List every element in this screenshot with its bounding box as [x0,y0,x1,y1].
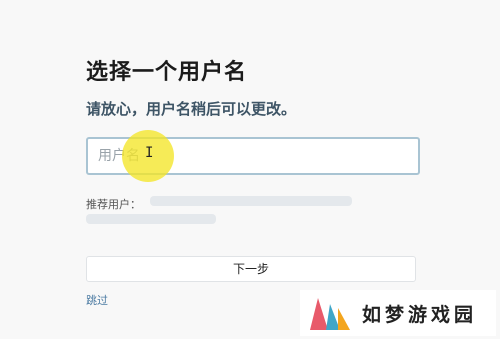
watermark-logo-icon [310,298,350,330]
page-title: 选择一个用户名 [86,60,248,85]
suggested-username-blurred[interactable] [86,214,216,224]
watermark: 如梦游戏园 [300,290,496,336]
watermark-text: 如梦游戏园 [362,304,478,326]
suggested-username-blurred[interactable] [150,196,352,206]
subtitle: 请放心，用户名稍后可以更改。 [86,100,297,118]
skip-link[interactable]: 跳过 [86,292,108,308]
next-button[interactable]: 下一步 [86,256,416,282]
username-input[interactable] [88,139,418,173]
username-field[interactable] [86,137,420,175]
suggested-usernames-label: 推荐用户： [86,198,141,211]
